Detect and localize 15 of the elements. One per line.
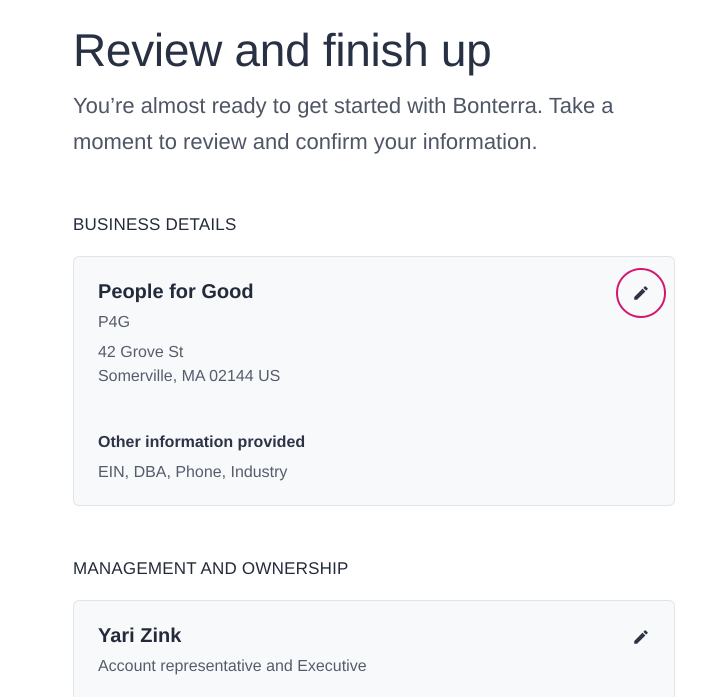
pencil-icon <box>632 628 650 646</box>
section-heading: BUSINESS DETAILS <box>73 214 238 236</box>
intro-text: You’re almost ready to get started with Bonterra. Take a moment to review and confirm your information. <box>73 92 615 156</box>
info-text: EIN, DBA, Phone, Industry <box>98 463 288 483</box>
edit-button[interactable] <box>616 268 666 318</box>
page-title: Review and finish up <box>73 23 492 78</box>
pencil-icon <box>632 284 650 302</box>
detail-line: P4G <box>98 313 132 333</box>
card-name: People for Good <box>98 280 254 305</box>
info-label: Other information provided <box>98 433 306 453</box>
detail-line: Somerville, MA 02144 US <box>98 367 282 387</box>
card-name: Yari Zink <box>98 624 182 649</box>
section-heading: MANAGEMENT AND OWNERSHIP <box>73 558 350 580</box>
detail-line: Account representative and Executive <box>98 657 368 677</box>
detail-line: 42 Grove St <box>98 343 184 363</box>
